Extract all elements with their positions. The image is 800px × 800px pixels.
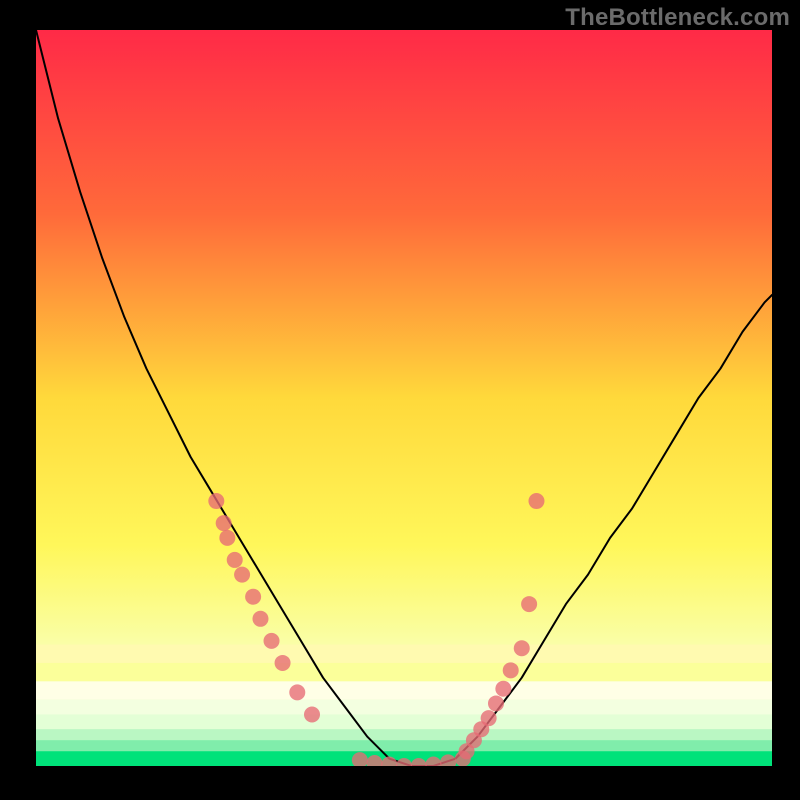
left-cluster-markers-point xyxy=(208,493,224,509)
horizontal-bands xyxy=(36,645,772,766)
left-cluster-markers-point xyxy=(289,684,305,700)
chart-frame: TheBottleneck.com xyxy=(0,0,800,800)
horizontal-band xyxy=(36,700,772,715)
horizontal-band xyxy=(36,740,772,751)
left-cluster-markers-point xyxy=(219,530,235,546)
left-cluster-markers-point xyxy=(227,552,243,568)
left-cluster-markers-point xyxy=(264,633,280,649)
left-cluster-markers-point xyxy=(245,589,261,605)
horizontal-band xyxy=(36,714,772,729)
right-cluster-markers-point xyxy=(481,710,497,726)
left-cluster-markers-point xyxy=(216,515,232,531)
plot-area xyxy=(36,30,772,766)
right-cluster-markers-point xyxy=(503,662,519,678)
right-cluster-markers-point xyxy=(514,640,530,656)
right-cluster-markers-point xyxy=(521,596,537,612)
plot-svg xyxy=(36,30,772,766)
right-cluster-markers-point xyxy=(528,493,544,509)
watermark-text: TheBottleneck.com xyxy=(565,4,790,32)
left-cluster-markers-point xyxy=(234,567,250,583)
left-cluster-markers-point xyxy=(304,706,320,722)
horizontal-band xyxy=(36,663,772,681)
horizontal-band xyxy=(36,729,772,740)
right-cluster-markers-point xyxy=(495,681,511,697)
left-cluster-markers-point xyxy=(275,655,291,671)
right-cluster-markers-point xyxy=(488,695,504,711)
horizontal-band xyxy=(36,681,772,699)
left-cluster-markers-point xyxy=(252,611,268,627)
horizontal-band xyxy=(36,645,772,663)
